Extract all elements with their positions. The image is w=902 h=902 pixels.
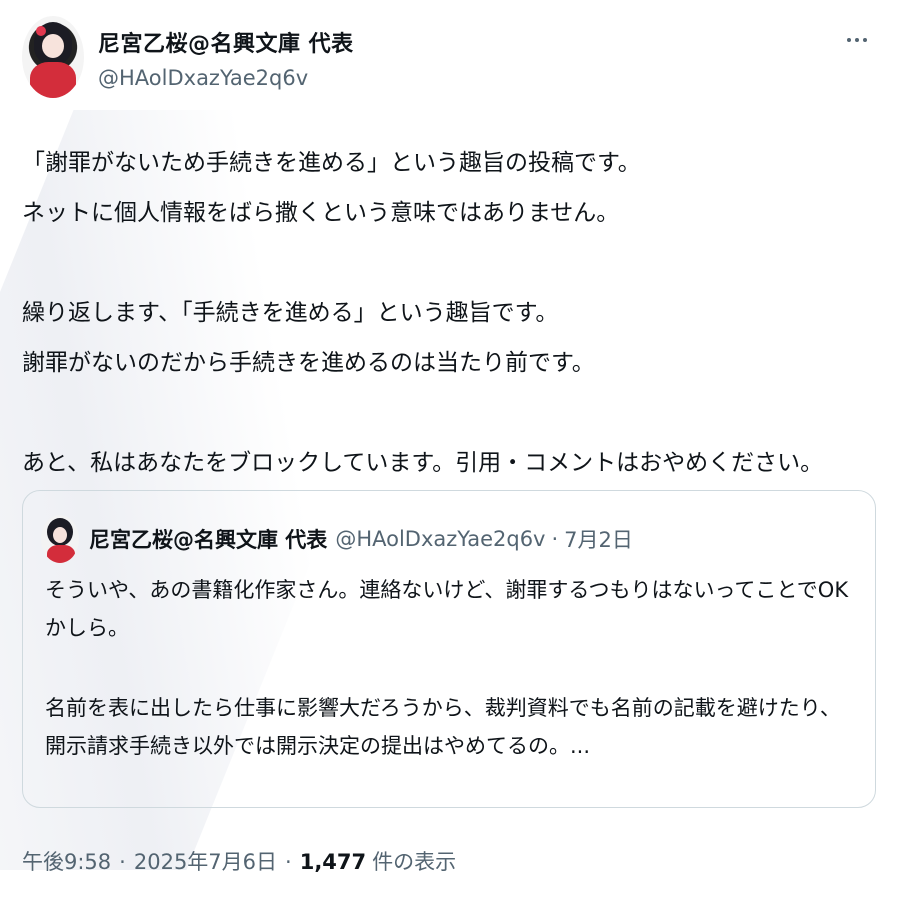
author-name-block: 尼宮乙桜@名興文庫 代表 @HAolDxazYae2q6v [98,26,354,90]
tweet-line: ネットに個人情報をばら撒くという意味ではありません。 [22,200,620,226]
quoted-tweet-header: 尼宮乙桜@名興文庫 代表 @HAolDxazYae2q6v · 7月2日 [41,515,633,563]
author-display-name[interactable]: 尼宮乙桜@名興文庫 代表 [98,26,354,58]
author-avatar[interactable] [22,16,84,98]
quoted-author-display-name: 尼宮乙桜@名興文庫 代表 [89,528,328,552]
author-handle[interactable]: @HAolDxazYae2q6v [98,66,354,90]
quoted-tweet-text: そういや、あの書籍化作家さん。連絡ないけど、謝罪するつもりはないってことでOK … [45,571,865,765]
tweet-meta: 午後9:58 · 2025年7月6日 · 1,477 件の表示 [22,846,456,876]
tweet-line: 繰り返します、「手続きを進める」という趣旨です。 [22,300,559,326]
separator-dot: · [119,850,126,874]
tweet-date[interactable]: 2025年7月6日 [134,846,277,876]
quoted-line: 名前を表に出したら仕事に影響大だろうから、裁判資料でも名前の記載を避けたり、 [45,696,841,720]
quoted-line: そういや、あの書籍化作家さん。連絡ないけど、謝罪するつもりはないってことでOK [45,578,849,602]
tweet-time[interactable]: 午後9:58 [22,846,111,876]
quoted-line: 開示請求手続き以外では開示決定の提出はやめてるの。... [45,734,591,758]
tweet: 尼宮乙桜@名興文庫 代表 @HAolDxazYae2q6v 「謝罪がないため手続… [0,0,902,902]
quoted-author-handle: @HAolDxazYae2q6v [335,527,546,551]
separator-dot: · [551,527,559,551]
views-label[interactable]: 件の表示 [372,846,456,876]
tweet-line: 謝罪がないのだから手続きを進めるのは当たり前です。 [22,350,595,376]
more-options-button[interactable] [842,28,872,52]
tweet-line: 「謝罪がないため手続きを進める」という趣旨の投稿です。 [22,150,641,176]
more-horizontal-icon [847,38,851,42]
views-count[interactable]: 1,477 [300,850,366,874]
tweet-text: 「謝罪がないため手続きを進める」という趣旨の投稿です。 ネットに個人情報をばら撒… [22,138,882,488]
quoted-tweet[interactable]: 尼宮乙桜@名興文庫 代表 @HAolDxazYae2q6v · 7月2日 そうい… [22,490,876,808]
tweet-header: 尼宮乙桜@名興文庫 代表 @HAolDxazYae2q6v [22,16,882,106]
quoted-line: かしら。 [45,616,129,640]
quoted-author-avatar [41,515,79,563]
separator-dot: · [285,850,292,874]
tweet-line: あと、私はあなたをブロックしています。引用・コメントはおやめください。 [22,450,824,476]
quoted-tweet-date: 7月2日 [564,528,633,552]
